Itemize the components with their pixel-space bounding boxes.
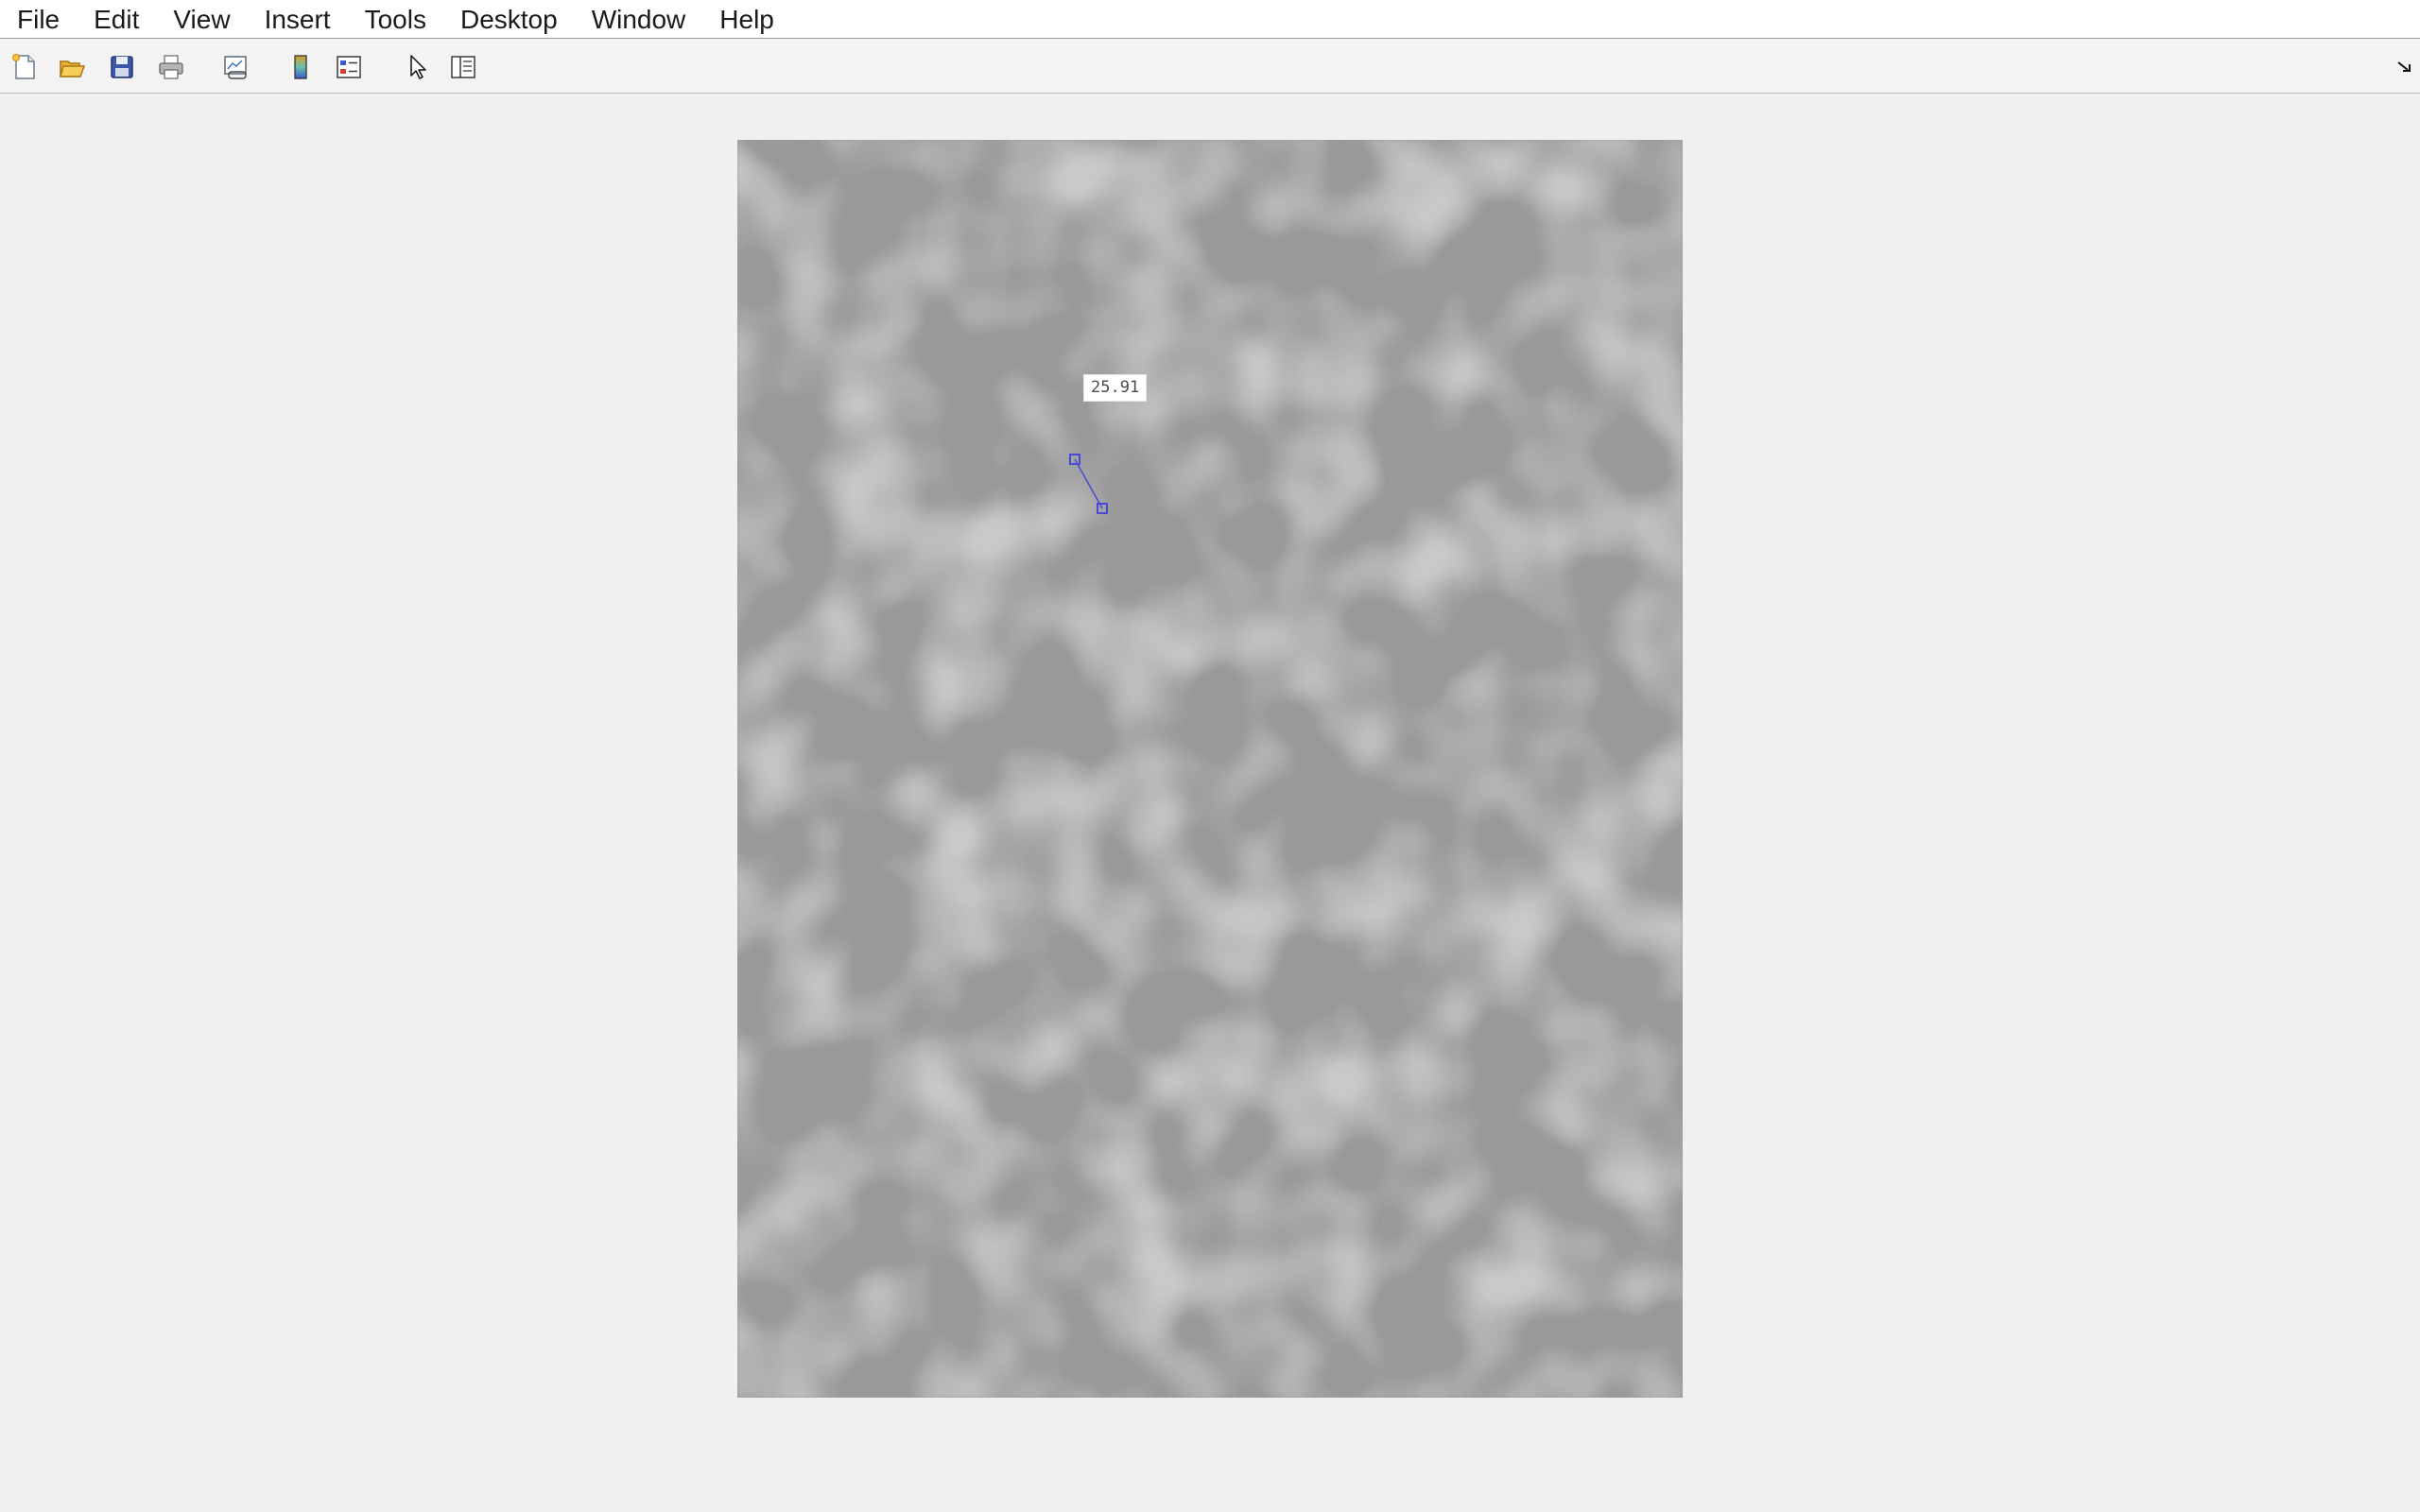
texture-image-graphic <box>737 140 1683 1398</box>
link-plot-button[interactable] <box>219 51 251 83</box>
new-figure-icon <box>12 54 35 79</box>
menu-file[interactable]: File <box>0 0 77 39</box>
save-button[interactable] <box>106 51 138 83</box>
link-plot-icon <box>224 56 247 79</box>
menu-help[interactable]: Help <box>702 0 791 39</box>
open-file-button[interactable] <box>56 51 88 83</box>
insert-colorbar-button[interactable] <box>285 51 317 83</box>
grayscale-texture-image[interactable] <box>737 140 1683 1398</box>
dock-arrow-button[interactable] <box>2395 60 2414 75</box>
open-file-icon <box>60 60 86 77</box>
menu-window[interactable]: Window <box>575 0 703 39</box>
edit-plot-pointer-icon <box>410 55 426 79</box>
menu-view[interactable]: View <box>156 0 247 39</box>
insert-legend-icon <box>337 56 361 78</box>
new-figure-button[interactable] <box>9 51 41 83</box>
property-inspector-button[interactable] <box>447 51 479 83</box>
insert-colorbar-icon <box>294 55 307 79</box>
menu-bar: File Edit View Insert Tools Desktop Wind… <box>0 0 2420 39</box>
figure-toolbar <box>0 39 2420 94</box>
distance-label: 25.91 <box>1083 374 1148 402</box>
menu-tools[interactable]: Tools <box>348 0 443 39</box>
print-button[interactable] <box>155 51 187 83</box>
property-inspector-icon <box>451 56 475 78</box>
menu-desktop[interactable]: Desktop <box>443 0 575 39</box>
figure-canvas[interactable] <box>0 94 2420 1512</box>
insert-legend-button[interactable] <box>333 51 365 83</box>
menu-insert[interactable]: Insert <box>248 0 348 39</box>
edit-plot-button[interactable] <box>401 51 433 83</box>
save-icon <box>111 56 133 78</box>
dock-arrow-icon <box>2397 61 2411 72</box>
print-icon <box>159 55 183 79</box>
menu-edit[interactable]: Edit <box>77 0 156 39</box>
